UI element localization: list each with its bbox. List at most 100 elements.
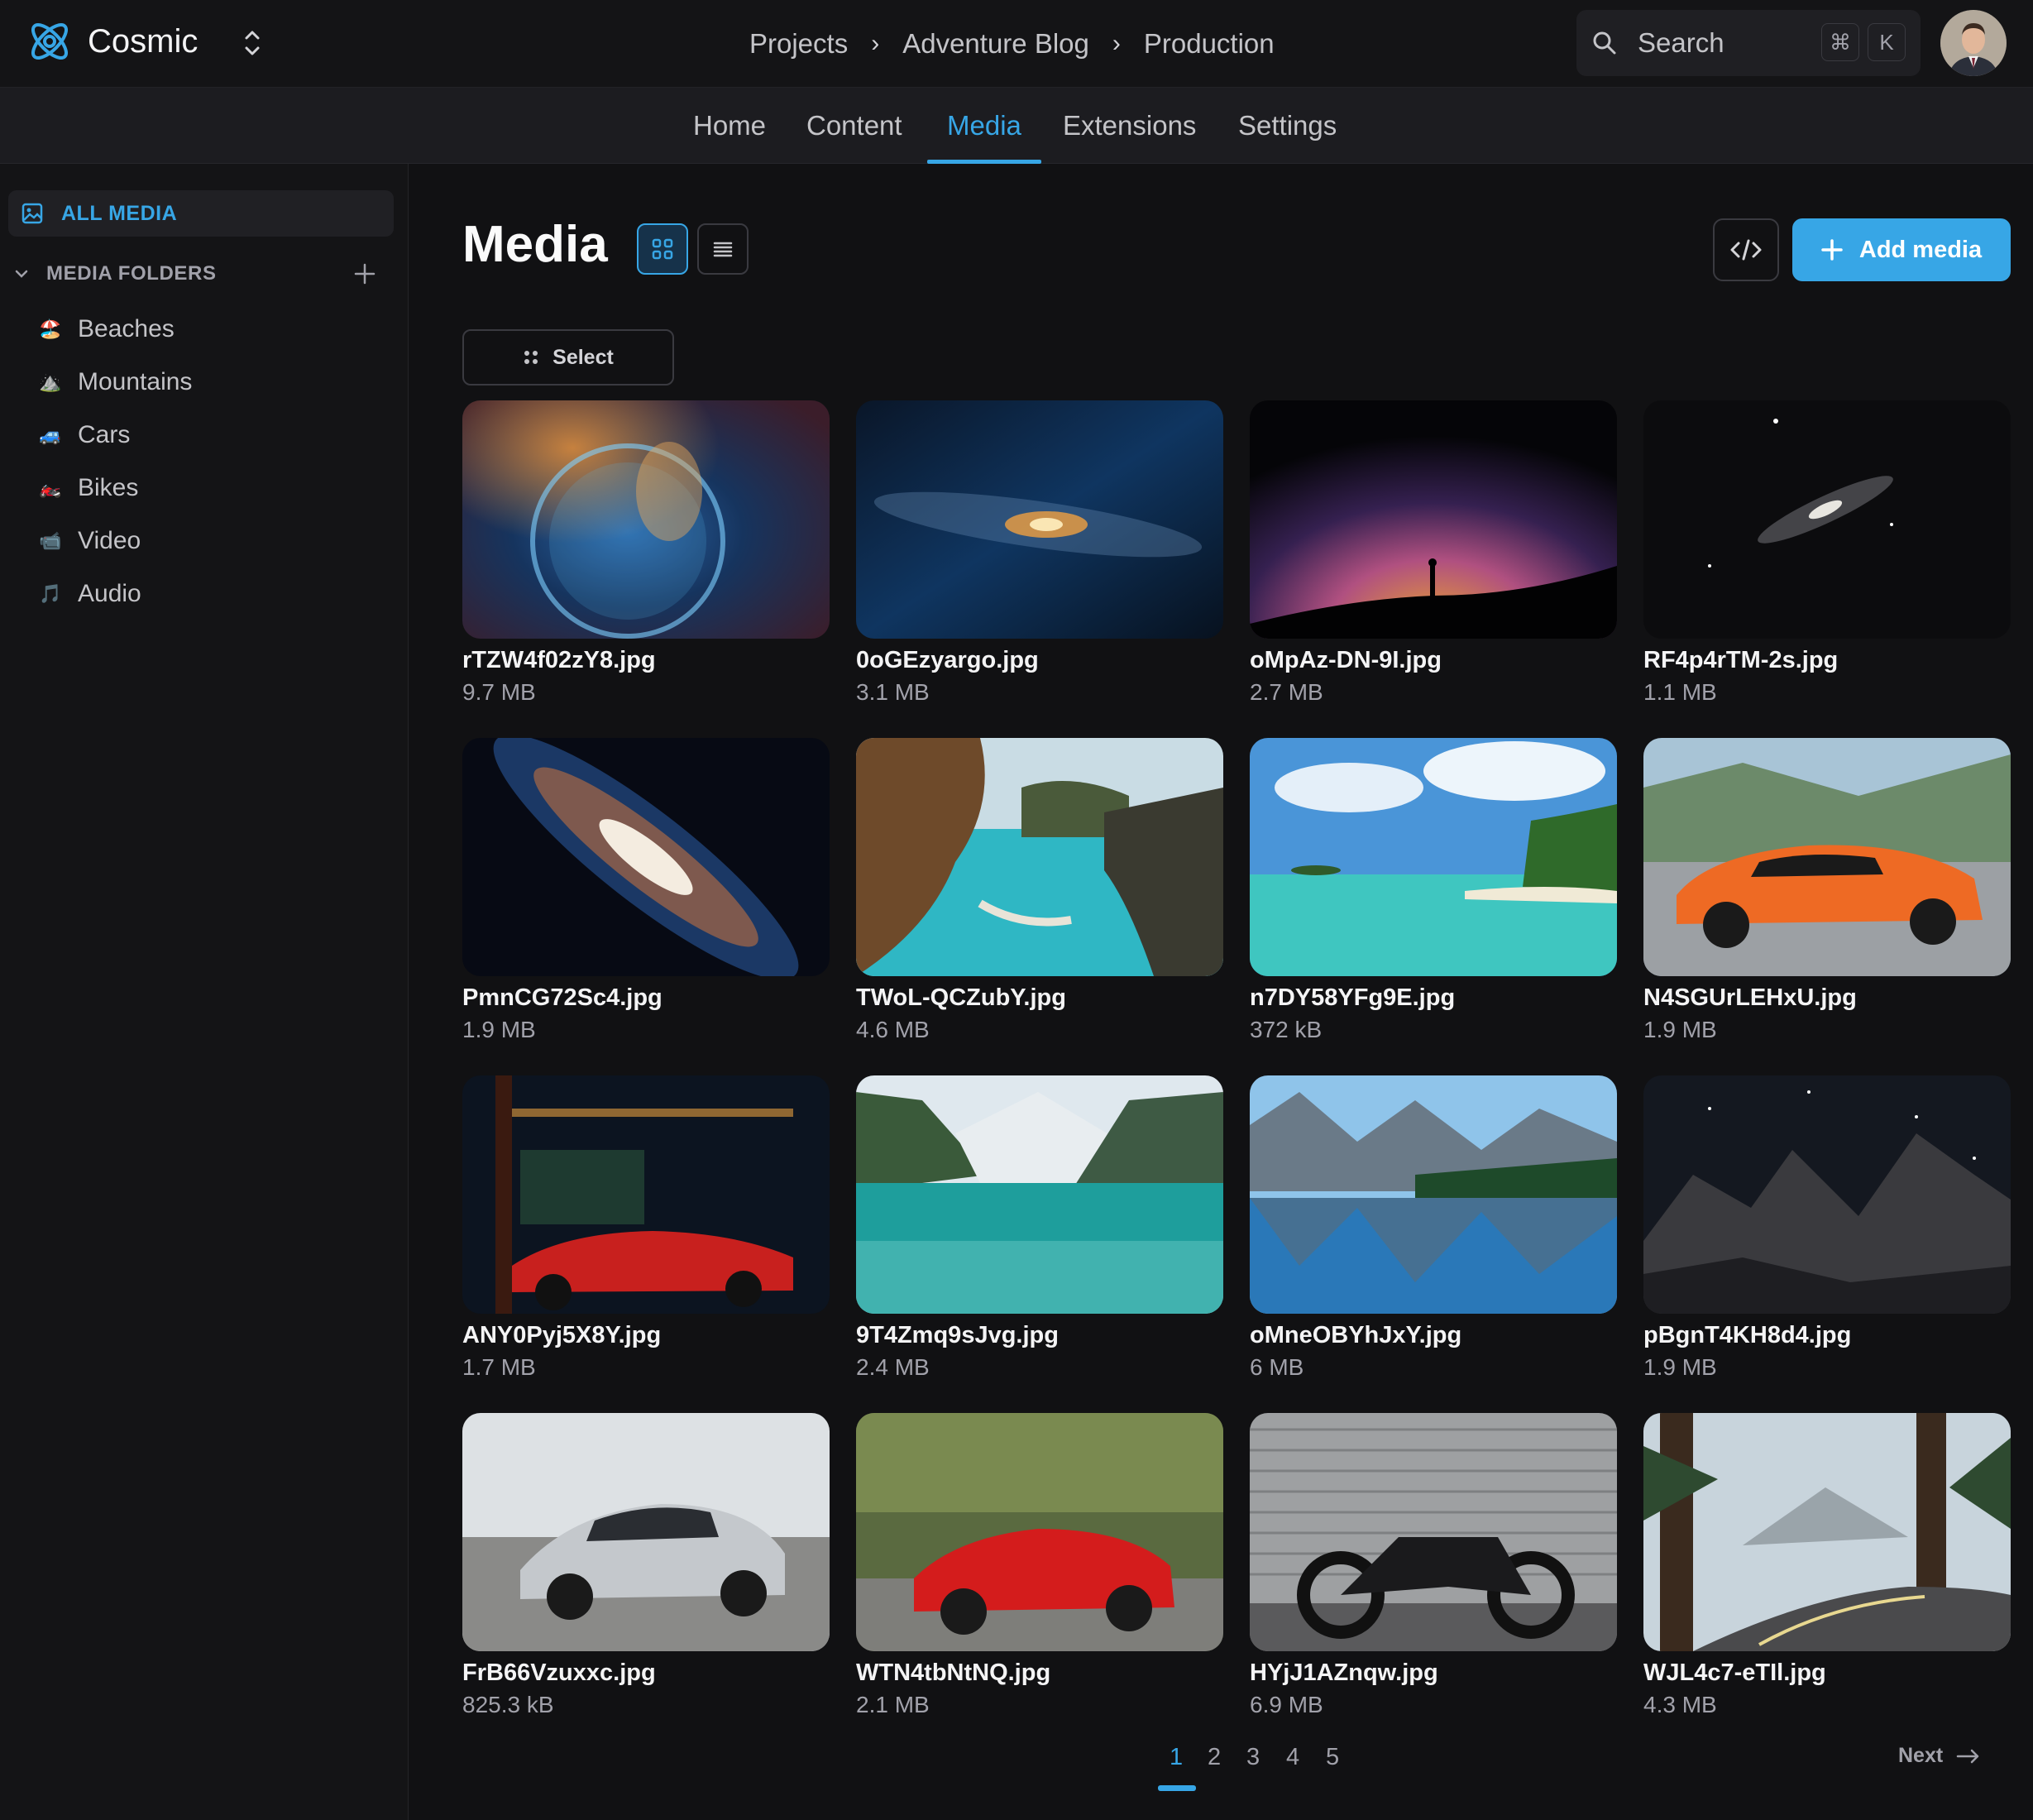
media-filesize: 4.3 MB — [1643, 1692, 1717, 1717]
breadcrumb-projects[interactable]: Projects — [749, 28, 848, 60]
breadcrumb-adventure-blog[interactable]: Adventure Blog — [902, 28, 1089, 60]
media-thumbnail[interactable] — [856, 1075, 1223, 1314]
media-thumbnail[interactable] — [1250, 400, 1617, 639]
add-folder-icon[interactable] — [352, 261, 377, 286]
cosmic-logo-icon — [31, 23, 68, 60]
next-page-button[interactable]: Next — [1898, 1744, 1981, 1768]
sidebar-item-bikes[interactable]: 🏍️ Bikes — [38, 468, 138, 508]
media-card[interactable]: pBgnT4KH8d4.jpg 1.9 MB — [1643, 1075, 2011, 1381]
media-filename: TWoL-QCZubY.jpg — [856, 984, 1066, 1011]
media-thumbnail[interactable] — [462, 738, 830, 976]
logo[interactable]: Cosmic — [25, 17, 198, 66]
media-filename: N4SGUrLEHxU.jpg — [1643, 984, 1857, 1011]
sidebar-item-label: Bikes — [78, 474, 139, 501]
grid-icon — [652, 238, 673, 260]
search-icon — [1593, 31, 1616, 55]
sidebar-item-label: ALL MEDIA — [61, 201, 178, 225]
media-thumbnail[interactable] — [1643, 1413, 2011, 1651]
sidebar-item-mountains[interactable]: ⛰️ Mountains — [38, 362, 192, 402]
media-filename: oMneOBYhJxY.jpg — [1250, 1322, 1462, 1348]
beach-icon: 🏖️ — [39, 318, 62, 339]
sidebar: ALL MEDIA MEDIA FOLDERS 🏖️ Beaches ⛰️ Mo… — [0, 164, 409, 1820]
media-thumbnail[interactable] — [1643, 1075, 2011, 1314]
sidebar-item-all-media[interactable]: ALL MEDIA — [8, 190, 394, 237]
media-thumbnail[interactable] — [1643, 738, 2011, 976]
media-thumbnail[interactable] — [1250, 1413, 1617, 1651]
media-filesize: 6 MB — [1250, 1354, 1304, 1380]
sidebar-item-video[interactable]: 📹 Video — [38, 521, 141, 561]
add-media-button[interactable]: Add media — [1792, 218, 2011, 281]
media-filesize: 2.4 MB — [856, 1354, 930, 1380]
sidebar-item-audio[interactable]: 🎵 Audio — [38, 574, 141, 614]
list-view-button[interactable] — [697, 223, 749, 275]
media-card[interactable]: oMpAz-DN-9I.jpg 2.7 MB — [1250, 400, 1617, 706]
media-thumbnail[interactable] — [1250, 1075, 1617, 1314]
media-thumbnail[interactable] — [1643, 400, 2011, 639]
media-filename: 9T4Zmq9sJvg.jpg — [856, 1322, 1059, 1348]
sidebar-item-label: Audio — [78, 580, 141, 607]
media-filename: WTN4tbNtNQ.jpg — [856, 1660, 1051, 1686]
plus-icon — [1821, 239, 1843, 261]
breadcrumb: Projects › Adventure Blog › Production — [749, 0, 1275, 88]
chevron-down-icon[interactable] — [12, 264, 31, 284]
select-label: Select — [552, 345, 614, 369]
tab-settings[interactable]: Settings — [1238, 88, 1337, 164]
media-filename: oMpAz-DN-9I.jpg — [1250, 647, 1442, 673]
code-button[interactable] — [1713, 218, 1779, 281]
media-card[interactable]: 0oGEzyargo.jpg 3.1 MB — [856, 400, 1223, 706]
media-thumbnail[interactable] — [856, 400, 1223, 639]
grid-view-button[interactable] — [637, 223, 688, 275]
search-button[interactable]: Search ⌘ K — [1576, 10, 1921, 76]
select-button[interactable]: Select — [462, 329, 674, 386]
media-card[interactable]: FrB66Vzuxxc.jpg 825.3 kB — [462, 1413, 830, 1718]
media-card[interactable]: TWoL-QCZubY.jpg 4.6 MB — [856, 738, 1223, 1043]
page-2[interactable]: 2 — [1208, 1744, 1221, 1771]
media-thumbnail[interactable] — [462, 1075, 830, 1314]
chevron-up-down-icon[interactable] — [240, 25, 265, 61]
media-card[interactable]: WTN4tbNtNQ.jpg 2.1 MB — [856, 1413, 1223, 1718]
page-4[interactable]: 4 — [1286, 1744, 1299, 1771]
media-filename: WJL4c7-eTIl.jpg — [1643, 1660, 1826, 1686]
media-card[interactable]: oMneOBYhJxY.jpg 6 MB — [1250, 1075, 1617, 1381]
media-filesize: 1.1 MB — [1643, 679, 1717, 705]
media-filesize: 2.1 MB — [856, 1692, 930, 1717]
tab-extensions[interactable]: Extensions — [1063, 88, 1196, 164]
search-label: Search — [1638, 27, 1724, 58]
media-thumbnail[interactable] — [462, 1413, 830, 1651]
media-card[interactable]: rTZW4f02zY8.jpg 9.7 MB — [462, 400, 830, 706]
media-thumbnail[interactable] — [462, 400, 830, 639]
page-1[interactable]: 1 — [1170, 1744, 1183, 1771]
media-card[interactable]: PmnCG72Sc4.jpg 1.9 MB — [462, 738, 830, 1043]
media-thumbnail[interactable] — [856, 1413, 1223, 1651]
breadcrumb-production[interactable]: Production — [1144, 28, 1275, 60]
tab-content[interactable]: Content — [806, 88, 902, 164]
media-folders-label: MEDIA FOLDERS — [46, 262, 217, 285]
sidebar-item-beaches[interactable]: 🏖️ Beaches — [38, 309, 174, 349]
add-media-label: Add media — [1858, 236, 1983, 263]
media-filename: n7DY58YFg9E.jpg — [1250, 984, 1456, 1011]
media-card[interactable]: 9T4Zmq9sJvg.jpg 2.4 MB — [856, 1075, 1223, 1381]
media-thumbnail[interactable] — [1250, 738, 1617, 976]
image-icon — [22, 203, 43, 224]
tab-home[interactable]: Home — [693, 88, 766, 164]
media-thumbnail[interactable] — [856, 738, 1223, 976]
avatar[interactable] — [1940, 10, 2007, 76]
page-5[interactable]: 5 — [1326, 1744, 1339, 1771]
tab-media[interactable]: Media — [927, 88, 1041, 164]
code-icon — [1730, 239, 1762, 261]
media-folders-header[interactable]: MEDIA FOLDERS — [12, 255, 384, 293]
list-icon — [713, 242, 733, 257]
media-card[interactable]: RF4p4rTM-2s.jpg 1.1 MB — [1643, 400, 2011, 706]
media-card[interactable]: N4SGUrLEHxU.jpg 1.9 MB — [1643, 738, 2011, 1043]
sidebar-item-cars[interactable]: 🚙 Cars — [38, 415, 130, 455]
mountain-icon: ⛰️ — [39, 371, 62, 392]
page-title: Media — [462, 216, 608, 273]
media-card[interactable]: WJL4c7-eTIl.jpg 4.3 MB — [1643, 1413, 2011, 1718]
media-card[interactable]: ANY0Pyj5X8Y.jpg 1.7 MB — [462, 1075, 830, 1381]
media-filename: PmnCG72Sc4.jpg — [462, 984, 663, 1011]
media-card[interactable]: HYjJ1AZnqw.jpg 6.9 MB — [1250, 1413, 1617, 1718]
media-filename: RF4p4rTM-2s.jpg — [1643, 647, 1839, 673]
media-card[interactable]: n7DY58YFg9E.jpg 372 kB — [1250, 738, 1617, 1043]
page-3[interactable]: 3 — [1246, 1744, 1260, 1771]
media-filename: ANY0Pyj5X8Y.jpg — [462, 1322, 662, 1348]
